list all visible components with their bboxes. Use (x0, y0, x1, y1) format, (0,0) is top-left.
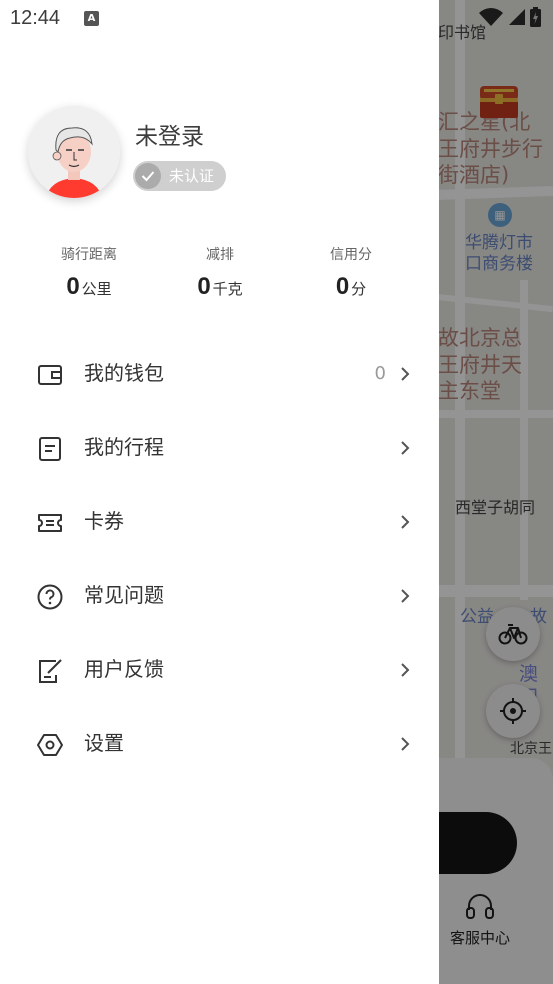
stat-credit-score[interactable]: 信用分 0分 (291, 244, 411, 301)
stat-unit: 公里 (81, 280, 112, 298)
check-icon (135, 163, 161, 189)
chevron-right-icon (401, 367, 410, 381)
keyboard-a-icon: A (84, 11, 99, 26)
chevron-right-icon (401, 589, 410, 603)
user-avatar-illustration (28, 106, 120, 198)
trip-list-icon (39, 437, 61, 461)
verification-badge[interactable]: 未认证 (133, 161, 227, 191)
menu-item-label: 卡券 (84, 509, 124, 533)
avatar[interactable] (28, 106, 120, 198)
menu-item-coupons[interactable]: 卡券 (0, 486, 439, 560)
stat-ride-distance: 骑行距离 0 公里 (29, 244, 149, 301)
settings-hex-icon (37, 734, 63, 756)
stat-unit: 千克 (212, 280, 243, 298)
username[interactable]: 未登录 (135, 117, 204, 151)
stat-label: 减排 (206, 247, 234, 263)
stat-value: 0 (197, 273, 211, 300)
menu-item-label: 我的行程 (84, 435, 164, 459)
wifi-icon (479, 8, 503, 26)
menu-item-faq[interactable]: 常见问题 (0, 560, 439, 634)
menu-item-feedback[interactable]: 用户反馈 (0, 634, 439, 708)
menu-item-wallet[interactable]: 我的钱包 0 (0, 338, 439, 412)
stat-value: 0 (66, 273, 80, 300)
coupon-icon (38, 514, 62, 532)
menu-item-trips[interactable]: 我的行程 (0, 412, 439, 486)
chevron-right-icon (401, 441, 410, 455)
stat-value: 0 (335, 273, 350, 300)
wallet-balance: 0 (374, 363, 386, 384)
battery-charging-icon (530, 7, 541, 27)
wallet-icon (38, 365, 62, 385)
menu-item-label: 我的钱包 (84, 361, 164, 385)
drawer-menu: 我的钱包 0 我的行程 卡券 常见问题 用户反馈 设置 (0, 338, 439, 782)
menu-item-label: 常见问题 (84, 583, 164, 607)
status-time: 12:44 (10, 7, 61, 29)
side-drawer: 12:44 A 未登录 未认证 骑行距离 0 公里 减排 0 千克 信用分 0 … (0, 0, 439, 984)
menu-item-label: 用户反馈 (84, 657, 164, 681)
menu-item-label: 设置 (84, 731, 124, 755)
feedback-icon (39, 659, 62, 683)
stat-label: 骑行距离 (61, 247, 117, 263)
chevron-right-icon (401, 663, 410, 677)
stat-label: 信用分 (330, 247, 372, 263)
stat-emission-reduction: 减排 0 千克 (160, 244, 280, 301)
menu-item-settings[interactable]: 设置 (0, 708, 439, 782)
status-icons (478, 7, 541, 27)
question-icon (37, 584, 63, 610)
chevron-right-icon (401, 737, 410, 751)
stat-unit: 分 (351, 280, 367, 298)
verification-label: 未认证 (169, 167, 215, 185)
cellular-signal-icon (509, 9, 525, 25)
chevron-right-icon (401, 515, 410, 529)
